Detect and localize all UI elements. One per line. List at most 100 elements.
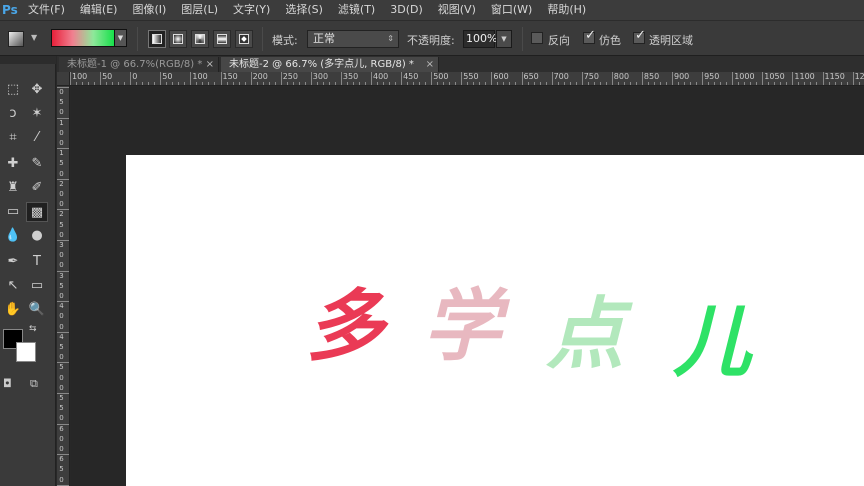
- ruler-minor-tick: [575, 82, 577, 85]
- ruler-tick: [57, 117, 69, 119]
- ruler-origin[interactable]: [57, 72, 70, 86]
- ruler-minor-tick: [617, 82, 619, 85]
- marquee-tool-icon[interactable]: ⬚: [2, 80, 24, 100]
- swap-colors-icon[interactable]: ⇆: [29, 324, 37, 334]
- ruler-minor-tick: [88, 82, 90, 85]
- shape-tool-icon[interactable]: ▭: [26, 276, 48, 296]
- close-icon[interactable]: ×: [426, 57, 434, 72]
- ruler-tick: [70, 72, 71, 85]
- mode-select[interactable]: 正常 ⇕: [307, 30, 399, 48]
- quick-mask-icon[interactable]: ◘: [3, 378, 19, 390]
- tool-preset-picker[interactable]: [8, 31, 24, 47]
- angle-gradient-button[interactable]: [191, 30, 209, 48]
- ruler-label: 1050: [764, 72, 785, 81]
- ruler-minor-tick: [238, 82, 240, 85]
- reverse-label: 反向: [548, 34, 570, 47]
- dither-checkbox[interactable]: ✓: [583, 28, 596, 44]
- ruler-minor-tick: [696, 82, 698, 85]
- ruler-label: 5: [59, 394, 64, 402]
- ruler-label: 1150: [824, 72, 845, 81]
- linear-gradient-button[interactable]: [148, 30, 166, 48]
- ruler-label: 950: [704, 72, 720, 81]
- toolbox-grip[interactable]: [0, 56, 56, 64]
- lasso-tool-icon[interactable]: ↄ: [2, 104, 24, 124]
- ruler-minor-tick: [569, 82, 571, 85]
- path-selection-tool-icon[interactable]: ↖: [2, 276, 24, 296]
- canvas-char-2: 学: [423, 281, 502, 372]
- chevron-down-icon[interactable]: ▼: [31, 33, 37, 42]
- ruler-minor-tick: [202, 82, 204, 85]
- ruler-label: 0: [59, 414, 64, 423]
- ruler-minor-tick: [196, 82, 198, 85]
- ruler-minor-tick: [316, 82, 318, 85]
- radial-gradient-button[interactable]: [169, 30, 187, 48]
- menu-filter[interactable]: 滤镜(T): [332, 0, 381, 20]
- tab-document-2[interactable]: 未标题-2 @ 66.7% (多字点儿, RGB/8) * ×: [221, 57, 439, 72]
- healing-brush-tool-icon[interactable]: ✚: [2, 154, 24, 174]
- angle-gradient-icon: [195, 34, 205, 44]
- transparency-checkbox[interactable]: ✓: [633, 28, 646, 44]
- ruler-minor-tick: [383, 82, 385, 85]
- ruler-minor-tick: [563, 82, 565, 85]
- reflected-gradient-button[interactable]: [213, 30, 231, 48]
- menu-view[interactable]: 视图(V): [432, 0, 482, 20]
- menu-edit[interactable]: 编辑(E): [74, 0, 124, 20]
- eraser-tool-icon[interactable]: ▭: [2, 202, 24, 222]
- menu-layer[interactable]: 图层(L): [175, 0, 224, 20]
- hand-tool-icon[interactable]: ✋: [2, 300, 24, 320]
- mode-value: 正常: [313, 32, 335, 45]
- ruler-tick: [57, 454, 69, 456]
- background-color-swatch[interactable]: [16, 342, 36, 362]
- menu-type[interactable]: 文字(Y): [227, 0, 276, 20]
- magic-wand-tool-icon[interactable]: ✶: [26, 104, 48, 124]
- ruler-minor-tick: [377, 82, 379, 85]
- opacity-input[interactable]: 100%: [463, 30, 497, 48]
- tab-document-1[interactable]: 未标题-1 @ 66.7%(RGB/8) * ×: [59, 57, 219, 72]
- ruler-tick: [672, 72, 673, 85]
- ruler-label: 3: [59, 241, 64, 249]
- menu-window[interactable]: 窗口(W): [485, 0, 538, 20]
- close-icon[interactable]: ×: [206, 57, 214, 72]
- ruler-minor-tick: [647, 82, 649, 85]
- ruler-label: 5: [59, 281, 64, 290]
- updown-arrows-icon: ⇕: [387, 34, 394, 43]
- type-tool-icon[interactable]: T: [26, 252, 48, 272]
- brush-tool-icon[interactable]: ✎: [26, 154, 48, 174]
- diamond-gradient-button[interactable]: [235, 30, 253, 48]
- menu-3d[interactable]: 3D(D): [384, 0, 429, 20]
- ruler-vertical[interactable]: 050100150200250300350400450500550600650: [57, 86, 70, 486]
- ruler-minor-tick: [232, 82, 234, 85]
- clone-stamp-tool-icon[interactable]: ♜: [2, 178, 24, 198]
- document-canvas[interactable]: 多 学 点 儿: [126, 155, 864, 486]
- ruler-horizontal[interactable]: 100 50 0 50 100 150 200 250 300 350 400 450 500 550 60…: [70, 72, 864, 86]
- ruler-label: 700: [553, 72, 569, 81]
- menu-help[interactable]: 帮助(H): [541, 0, 592, 20]
- ruler-minor-tick: [178, 82, 180, 85]
- opacity-slider-dropdown[interactable]: ▼: [496, 30, 512, 48]
- gradient-picker-dropdown[interactable]: ▼: [114, 29, 127, 47]
- menu-image[interactable]: 图像(I): [126, 0, 172, 20]
- dodge-tool-icon[interactable]: ●: [26, 226, 48, 246]
- ruler-label: 300: [312, 72, 329, 81]
- screen-mode-icon[interactable]: ⧉: [30, 377, 48, 391]
- eyedropper-tool-icon[interactable]: ⁄: [26, 128, 48, 148]
- gradient-tool-icon[interactable]: ▩: [26, 202, 48, 222]
- crop-tool-icon[interactable]: ⌗: [2, 128, 24, 148]
- blur-tool-icon[interactable]: 💧: [2, 226, 24, 246]
- menu-file[interactable]: 文件(F): [22, 0, 71, 20]
- gradient-editor-swatch[interactable]: [51, 29, 115, 47]
- ruler-tick: [431, 72, 433, 85]
- ruler-minor-tick: [828, 82, 830, 85]
- ruler-minor-tick: [545, 82, 547, 85]
- move-tool-icon[interactable]: ✥: [26, 80, 48, 100]
- ruler-minor-tick: [292, 82, 294, 85]
- photoshop-window: Ps 文件(F) 编辑(E) 图像(I) 图层(L) 文字(Y) 选择(S) 滤…: [0, 0, 864, 486]
- history-brush-tool-icon[interactable]: ✐: [26, 178, 48, 198]
- reverse-checkbox[interactable]: [531, 32, 543, 44]
- document-tab-bar: 未标题-1 @ 66.7%(RGB/8) * × 未标题-2 @ 66.7% (…: [57, 56, 864, 72]
- ruler-minor-tick: [587, 82, 589, 85]
- zoom-tool-icon[interactable]: 🔍: [26, 300, 48, 320]
- opacity-label: 不透明度:: [407, 34, 455, 47]
- pen-tool-icon[interactable]: ✒: [2, 252, 24, 272]
- menu-select[interactable]: 选择(S): [279, 0, 329, 20]
